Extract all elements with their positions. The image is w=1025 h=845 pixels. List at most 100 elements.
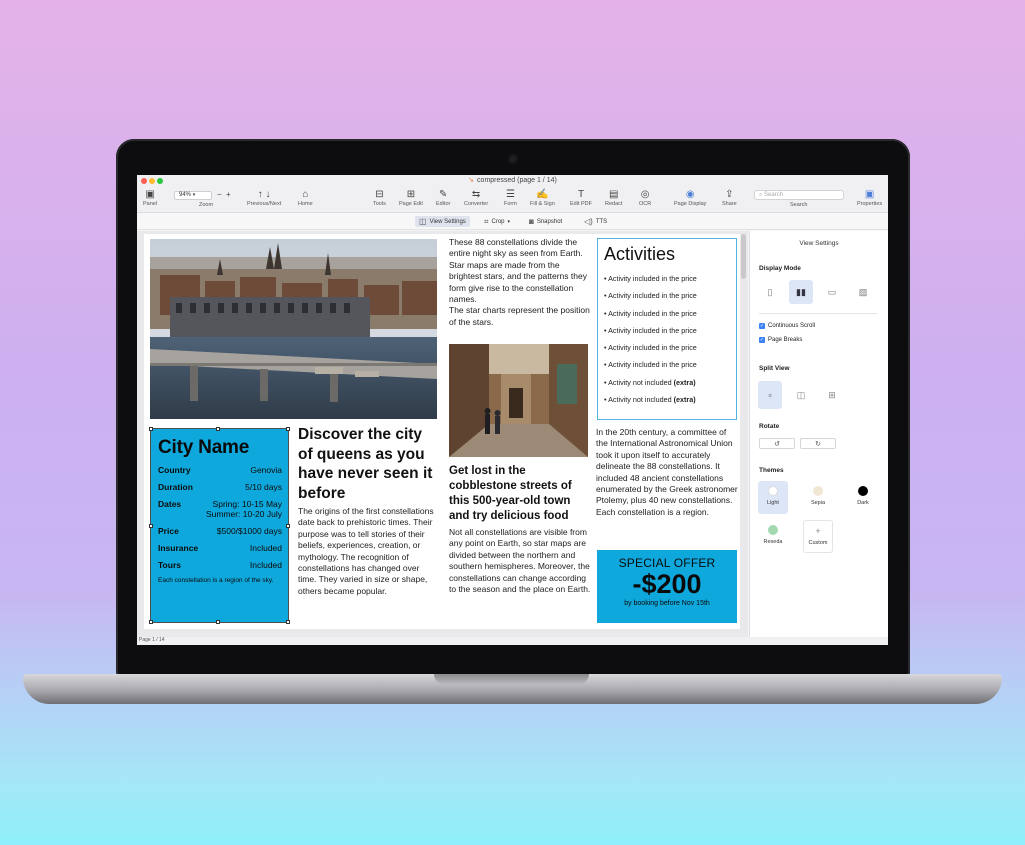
rotate-left-button[interactable]: ↺ [759,438,795,449]
converter-button[interactable]: ⇆ Converter [464,188,488,207]
info-value: Genovia [250,465,282,475]
info-key: Duration [158,482,193,492]
info-value: Included [249,543,282,553]
info-row-insurance: Insurance Included [158,543,282,553]
view-settings-button[interactable]: ◫ View Settings [415,216,470,227]
edit-pdf-button[interactable]: T Edit PDF [570,188,592,207]
toolbox-icon: ⊟ [375,189,384,200]
zoom-value: 94% [179,192,192,198]
activities-box[interactable]: Activities • Activity included in the pr… [597,238,737,420]
vertical-scrollbar[interactable] [741,234,746,279]
crop-button[interactable]: ⌗ Crop ▾ [480,216,514,227]
resize-handle[interactable] [149,427,153,431]
resize-handle[interactable] [149,620,153,624]
tools-label: Tools [373,201,386,207]
info-value: 5/10 days [245,482,282,492]
resize-handle[interactable] [286,427,290,431]
city-name-title: City Name [158,437,250,458]
single-page-mode-button[interactable]: ▯ [758,280,782,304]
pdf-page[interactable]: City Name Country Genovia Duration 5/10 da… [144,234,740,629]
eye-icon: ◉ [685,189,695,200]
swatch-dark [858,486,868,496]
theme-dark[interactable]: Dark [848,481,878,514]
ocr-button[interactable]: ◎ OCR [639,188,651,207]
split-vertical-button[interactable]: ◫ [789,381,813,409]
crop-label: Crop [491,218,505,225]
resize-handle[interactable] [216,427,220,431]
body-text-constellations: These 88 constellations divide the entir… [449,237,591,328]
page-breaks-checkbox[interactable]: ✓ Page Breaks [759,337,802,343]
fill-sign-button[interactable]: ✍ Fill & Sign [530,188,555,207]
main-toolbar: ▣ Panel 94% ▾ − + Zoom ↑ ↓ Previous/Next ⌂… [137,187,888,213]
pdf-file-icon: ➘ [468,177,475,184]
theme-custom[interactable]: + Custom [803,520,833,553]
info-value: Spring: 10-15 May Summer: 10-20 July [205,499,282,519]
theme-light[interactable]: Light [758,481,788,514]
form-button[interactable]: ☰ Form [504,188,517,207]
panel-title: View Settings [799,240,839,247]
cover-mode-button[interactable]: ▨ [851,280,875,304]
home-label: Home [298,201,313,207]
window-title: ➘ compressed (page 1 / 14) [137,176,888,184]
headline-discover: Discover the city of queens as you have … [298,426,433,502]
theme-name: Sepia [810,500,826,506]
arrow-up-down-icon: ↑ ↓ [257,189,271,200]
theme-sepia[interactable]: Sepia [803,481,833,514]
activity-item: • Activity included in the price [604,291,697,301]
info-key: Tours [158,560,181,570]
share-button[interactable]: ⇪ Share [722,188,737,207]
editor-label: Editor [436,201,451,207]
snapshot-button[interactable]: ◙ Snapshot [525,216,566,227]
title-bar: ➘ compressed (page 1 / 14) [137,175,888,187]
resize-handle[interactable] [286,620,290,624]
resize-handle[interactable] [216,620,220,624]
theme-reseda[interactable]: Reseda [758,520,788,553]
properties-button[interactable]: ▣ Properties [857,188,882,207]
resize-handle[interactable] [149,524,153,528]
theme-name: Dark [857,500,869,506]
two-page-mode-button[interactable]: ▮▮ [789,280,813,304]
converter-label: Converter [464,201,489,207]
extra-tag: (extra) [673,395,696,405]
activity-item: • Activity included in the price [604,343,697,353]
info-key: Price [158,526,179,536]
window-title-text: compressed (page 1 / 14) [477,177,557,184]
home-icon: ⌂ [302,189,309,200]
split-grid-icon: ⊞ [828,389,836,400]
search-placeholder: Search [764,192,784,198]
search-input[interactable]: ⌕ Search [754,190,844,200]
split-grid-button[interactable]: ⊞ [820,381,844,409]
crop-icon: ⌗ [484,216,489,226]
zoom-in-icon[interactable]: + [226,190,231,199]
info-value: $500/$1000 days [216,526,282,536]
tts-button[interactable]: ◁) TTS [580,216,611,227]
page-edit-button[interactable]: ⊞ Page Edit [399,188,423,207]
document-viewport[interactable]: City Name Country Genovia Duration 5/10 da… [137,231,748,637]
zoom-out-icon[interactable]: − [217,190,222,199]
form-label: Form [504,201,517,207]
view-settings-icon: ◫ [419,217,427,226]
previous-next-buttons[interactable]: ↑ ↓ Previous/Next [247,188,281,207]
tools-button[interactable]: ⊟ Tools [373,188,386,207]
view-settings-label: View Settings [429,218,466,225]
activity-text: • Activity not included [604,395,674,405]
special-offer-box[interactable]: SPECIAL OFFER -$200 by booking before No… [597,550,737,623]
resize-handle[interactable] [286,524,290,528]
redact-button[interactable]: ▤ Redact [605,188,622,207]
city-info-box[interactable]: City Name Country Genovia Duration 5/10 da… [150,428,289,623]
split-none-button[interactable]: ▫ [758,381,782,409]
view-settings-panel: View Settings Display Mode ▯ ▮▮ ▭ ▨ ✓ Con… [749,231,888,637]
home-button[interactable]: ⌂ Home [298,188,313,207]
editor-button[interactable]: ✎ Editor [436,188,450,207]
street-photo-illustration [449,344,588,457]
continuous-scroll-checkbox[interactable]: ✓ Continuous Scroll [759,323,815,329]
scroll-mode-button[interactable]: ▭ [820,280,844,304]
offer-subtitle: by booking before Nov 15th [624,600,710,607]
rotate-right-button[interactable]: ↻ [800,438,836,449]
info-key: Insurance [158,543,199,553]
redact-label: Redact [605,201,623,207]
page-display-button[interactable]: ◉ Page Display [674,188,706,207]
zoom-select[interactable]: 94% ▾ [174,191,212,200]
panel-button[interactable]: ▣ Panel [143,188,157,207]
camera-icon: ◙ [529,217,534,226]
